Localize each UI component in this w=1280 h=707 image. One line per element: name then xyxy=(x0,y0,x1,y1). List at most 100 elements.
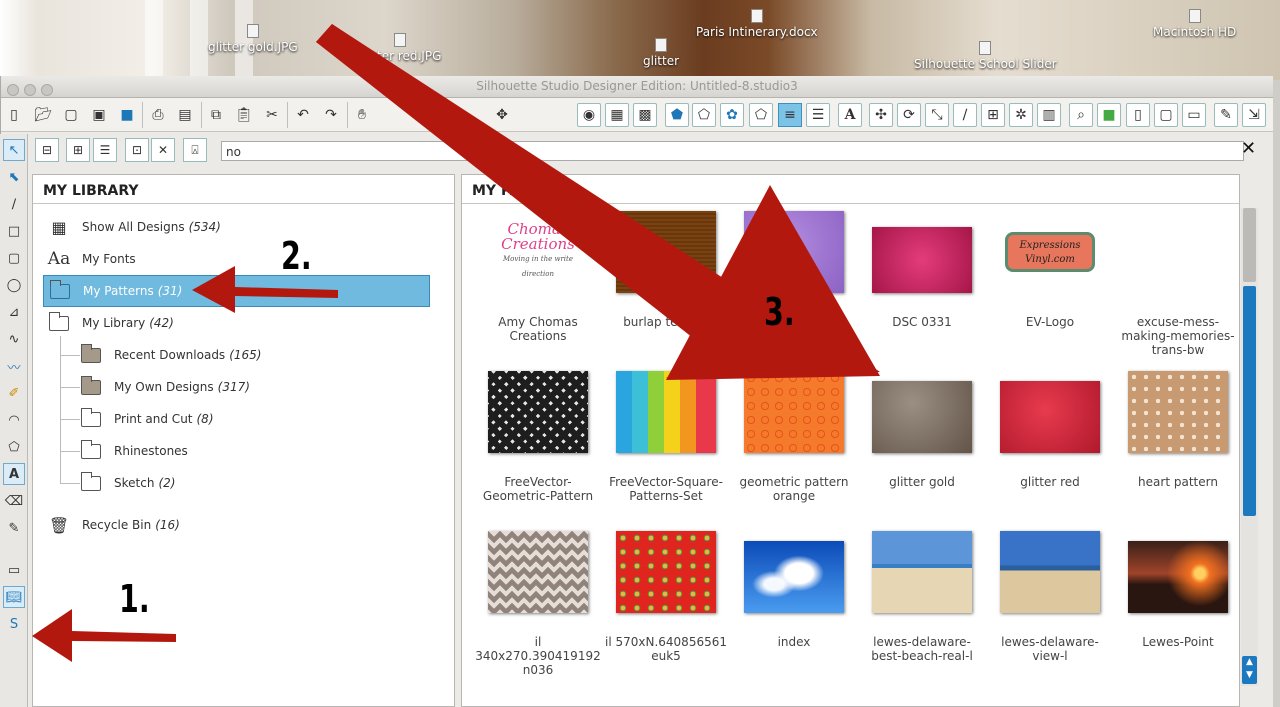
pattern-item[interactable]: DSC 0331 xyxy=(858,211,986,329)
rectangle-tool-icon[interactable]: □ xyxy=(3,220,25,242)
scroll-arrows-icon[interactable]: ▲ ▼ xyxy=(1242,656,1257,684)
search-input[interactable]: no xyxy=(221,141,1244,161)
new-folder-icon[interactable]: ⊡ xyxy=(125,138,149,162)
send-to-cutter-icon[interactable]: ▤ xyxy=(173,103,197,127)
pattern-item[interactable]: il 570xN.640856561 euk5 xyxy=(602,531,730,663)
page-view-icon[interactable]: ▭ xyxy=(3,559,25,581)
grid-settings-icon[interactable]: ☰ xyxy=(806,103,830,127)
transform-panel-icon[interactable]: ✣ xyxy=(869,103,893,127)
line-style-icon[interactable]: ⬠ xyxy=(692,103,716,127)
desktop-icon[interactable]: glitter gold.JPG xyxy=(208,24,298,54)
sort-icon[interactable]: ⍓ xyxy=(183,138,207,162)
save-icon[interactable]: ▣ xyxy=(87,103,111,127)
text-tool-icon[interactable]: A xyxy=(3,463,25,485)
pattern-item[interactable]: index xyxy=(730,531,858,649)
pattern-item[interactable]: FreeVector-Square-Patterns-Set xyxy=(602,371,730,503)
knife-icon[interactable]: ■ xyxy=(1097,103,1121,127)
pattern-item[interactable]: glitter gold xyxy=(858,371,986,489)
fit-to-page-icon[interactable]: ✥ xyxy=(490,103,514,127)
scrollbar-thumb[interactable] xyxy=(1243,286,1256,516)
sketch-icon[interactable]: ✎ xyxy=(1214,103,1238,127)
select-tool-icon[interactable]: ↖ xyxy=(3,139,25,161)
library-icon[interactable]: 📖︎ xyxy=(3,586,25,608)
open-folder-icon[interactable]: 📂︎ xyxy=(31,103,55,127)
trace-icon[interactable]: ⌕ xyxy=(1069,103,1093,127)
redo-icon[interactable]: ↷ xyxy=(319,103,343,127)
pattern-item[interactable]: geometric pattern orange xyxy=(730,371,858,503)
regular-polygon-icon[interactable]: ⬠ xyxy=(3,436,25,458)
library-item-my-own-designs[interactable]: My Own Designs (317) xyxy=(80,371,420,403)
shear-icon[interactable]: ∕ xyxy=(953,103,977,127)
cut-icon[interactable]: ✂ xyxy=(260,103,284,127)
pattern-item[interactable]: Lewes-Point xyxy=(1114,531,1239,649)
library-item-recycle-bin[interactable]: 🗑︎ Recycle Bin (16) xyxy=(48,509,428,541)
list-view-icon[interactable]: ☰ xyxy=(93,138,117,162)
edit-points-icon[interactable]: ⬉ xyxy=(3,166,25,188)
library-item-print-and-cut[interactable]: Print and Cut (8) xyxy=(80,403,420,435)
paste-icon[interactable]: 📋︎ xyxy=(232,103,256,127)
pattern-item[interactable]: burlap texture xyxy=(602,211,730,329)
text-style-icon[interactable]: A xyxy=(838,103,862,127)
library-item-my-patterns[interactable]: My Patterns (31) xyxy=(43,275,430,307)
desktop-icon[interactable]: glitter xyxy=(643,38,679,68)
send-icon[interactable]: ⇲ xyxy=(1242,103,1266,127)
cut-settings-icon[interactable]: ▢ xyxy=(1154,103,1178,127)
line-color-icon[interactable]: ⬟ xyxy=(665,103,689,127)
gradient-fill-icon[interactable]: ▦ xyxy=(605,103,629,127)
pattern-item[interactable]: Expressions Vinyl.com EV-Logo xyxy=(986,211,1114,329)
smooth-freehand-icon[interactable]: ✐ xyxy=(3,382,25,404)
pattern-item[interactable]: glitter red xyxy=(986,371,1114,489)
online-store-icon[interactable]: S xyxy=(3,613,25,635)
pattern-item[interactable]: Chomas Creations Moving in the write dir… xyxy=(474,211,602,344)
desktop-icon[interactable]: Paris Intinerary.docx xyxy=(696,9,818,39)
ellipse-tool-icon[interactable]: ◯ xyxy=(3,274,25,296)
library-item-my-fonts[interactable]: Aa My Fonts xyxy=(48,243,428,275)
align-icon[interactable]: ⊞ xyxy=(981,103,1005,127)
new-document-icon[interactable]: ▯ xyxy=(2,103,26,127)
pattern-item[interactable]: il 340x270.390419192 n036 xyxy=(474,531,602,677)
curve-tool-icon[interactable]: ∿ xyxy=(3,328,25,350)
knife-tool-icon[interactable]: ✎ xyxy=(3,517,25,539)
rotate-icon[interactable]: ⟳ xyxy=(897,103,921,127)
pattern-item[interactable]: lewes-delaware-view-l xyxy=(986,531,1114,663)
freehand-tool-icon[interactable]: 〰 xyxy=(3,355,25,377)
library-item-recent-downloads[interactable]: Recent Downloads (165) xyxy=(80,339,420,371)
undo-icon[interactable]: ↶ xyxy=(291,103,315,127)
library-item-rhinestones[interactable]: Rhinestones xyxy=(80,435,420,467)
desktop-icon[interactable]: Macintosh HD xyxy=(1153,9,1236,39)
arc-tool-icon[interactable]: ◠ xyxy=(3,409,25,431)
desktop-icon[interactable]: glitter red.JPG xyxy=(358,33,441,63)
eraser-tool-icon[interactable]: ⌫ xyxy=(3,490,25,512)
clear-search-icon[interactable]: ✕ xyxy=(1241,138,1256,159)
library-item-sketch[interactable]: Sketch (2) xyxy=(80,467,420,499)
pattern-item[interactable]: excuse-mess-making-memories-trans-bw xyxy=(1114,211,1239,357)
offset-icon[interactable]: ▯ xyxy=(1126,103,1150,127)
pattern-fill-icon[interactable]: ▩ xyxy=(633,103,657,127)
pattern-item[interactable]: heart pattern xyxy=(1114,371,1239,489)
library-view-icon[interactable]: ⊟ xyxy=(35,138,59,162)
line-tool-icon[interactable]: ∕ xyxy=(3,193,25,215)
page-setup-icon[interactable]: ≡ xyxy=(778,103,802,127)
print-icon[interactable]: ⎙ xyxy=(146,103,170,127)
library-item-my-library[interactable]: My Library (42) xyxy=(48,307,428,339)
grid-view-icon[interactable]: ⊞ xyxy=(66,138,90,162)
replicate-icon[interactable]: ✲ xyxy=(1009,103,1033,127)
grid-scrollbar[interactable] xyxy=(1241,208,1258,686)
rounded-rectangle-tool-icon[interactable]: ▢ xyxy=(3,247,25,269)
pattern-item[interactable]: lewes-delaware-best-beach-real-l xyxy=(858,531,986,663)
design-store-icon[interactable]: ▭ xyxy=(1182,103,1206,127)
desktop-icon[interactable]: Silhouette School Slider xyxy=(914,41,1057,71)
scale-icon[interactable]: ⤡ xyxy=(925,103,949,127)
transform-icon[interactable]: ⬠ xyxy=(749,103,773,127)
library-item-show-all[interactable]: ▦ Show All Designs (534) xyxy=(48,211,428,243)
nest-icon[interactable]: ▥ xyxy=(1037,103,1061,127)
copy-icon[interactable]: ⧉ xyxy=(204,103,228,127)
shadow-icon[interactable]: ✿ xyxy=(720,103,744,127)
new-page-icon[interactable]: ▢ xyxy=(59,103,83,127)
pattern-item[interactable]: FreeVector-Geometric-Pattern xyxy=(474,371,602,503)
pan-icon[interactable]: ✋︎ xyxy=(350,103,374,127)
save-library-icon[interactable]: ■ xyxy=(115,103,139,127)
polygon-tool-icon[interactable]: ⊿ xyxy=(3,301,25,323)
delete-icon[interactable]: ✕ xyxy=(151,138,175,162)
fill-color-icon[interactable]: ◉ xyxy=(577,103,601,127)
